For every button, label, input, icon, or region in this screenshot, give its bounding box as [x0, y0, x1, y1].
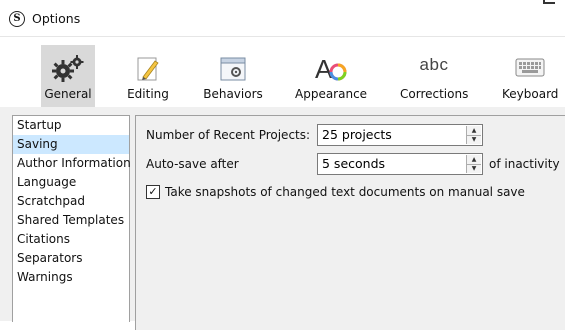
gears-icon	[51, 55, 85, 86]
tab-appearance[interactable]: A Appearance	[295, 45, 367, 107]
tab-behaviors-label: Behaviors	[203, 87, 263, 101]
keyboard-icon	[515, 56, 545, 83]
category-shared-templates[interactable]: Shared Templates	[13, 211, 129, 230]
app-logo-icon: S	[9, 11, 25, 27]
corner-mark	[543, 0, 555, 4]
autosave-label: Auto-save after	[146, 157, 239, 171]
tab-appearance-label: Appearance	[295, 87, 368, 101]
category-language[interactable]: Language	[13, 173, 129, 192]
category-author-information[interactable]: Author Information	[13, 154, 131, 173]
category-startup[interactable]: Startup	[13, 116, 129, 135]
saving-settings-panel: Number of Recent Projects: 25 projects ▲…	[135, 115, 565, 330]
corrections-icon-text: abc	[419, 55, 449, 74]
tab-general-label: General	[44, 87, 92, 101]
snapshot-checkbox[interactable]: ✓	[146, 185, 160, 199]
spin-down-icon[interactable]: ▼	[467, 135, 481, 144]
pencil-page-icon	[135, 55, 161, 86]
category-warnings[interactable]: Warnings	[13, 268, 129, 287]
category-scratchpad[interactable]: Scratchpad	[13, 192, 129, 211]
category-list: Startup Saving Author Information Langua…	[12, 115, 131, 322]
recent-projects-label: Number of Recent Projects:	[146, 128, 311, 142]
autosave-spinner[interactable]: 5 seconds ▲ ▼	[317, 153, 483, 175]
recent-projects-spin-buttons: ▲ ▼	[466, 126, 481, 144]
tab-behaviors[interactable]: Behaviors	[202, 45, 264, 107]
tab-corrections-label: Corrections	[400, 87, 469, 101]
window-title: Options	[32, 11, 81, 26]
tab-keyboard-label: Keyboard	[502, 87, 559, 101]
spin-down-icon[interactable]: ▼	[467, 164, 481, 173]
tab-corrections[interactable]: abc Corrections	[400, 45, 468, 107]
autosave-spin-buttons: ▲ ▼	[466, 155, 481, 173]
title-bar: S Options	[0, 0, 565, 37]
window-gear-icon	[219, 55, 247, 86]
snapshot-label: Take snapshots of changed text documents…	[165, 185, 525, 199]
options-toolbar: General Editing Behaviors A Appearance a…	[0, 37, 565, 107]
abc-text-icon: abc	[420, 55, 449, 75]
category-citations[interactable]: Citations	[13, 230, 129, 249]
tab-editing-label: Editing	[127, 87, 169, 101]
category-saving[interactable]: Saving	[13, 135, 129, 154]
category-separators[interactable]: Separators	[13, 249, 129, 268]
tab-general[interactable]: General	[41, 45, 95, 107]
options-content: Startup Saving Author Information Langua…	[0, 107, 565, 330]
autosave-suffix: of inactivity	[489, 157, 560, 171]
recent-projects-value: 25 projects	[322, 127, 392, 142]
recent-projects-spinner[interactable]: 25 projects ▲ ▼	[317, 124, 483, 146]
font-color-icon: A	[313, 53, 349, 86]
tab-editing[interactable]: Editing	[124, 45, 172, 107]
tab-keyboard[interactable]: Keyboard	[502, 45, 558, 107]
autosave-value: 5 seconds	[322, 156, 386, 171]
